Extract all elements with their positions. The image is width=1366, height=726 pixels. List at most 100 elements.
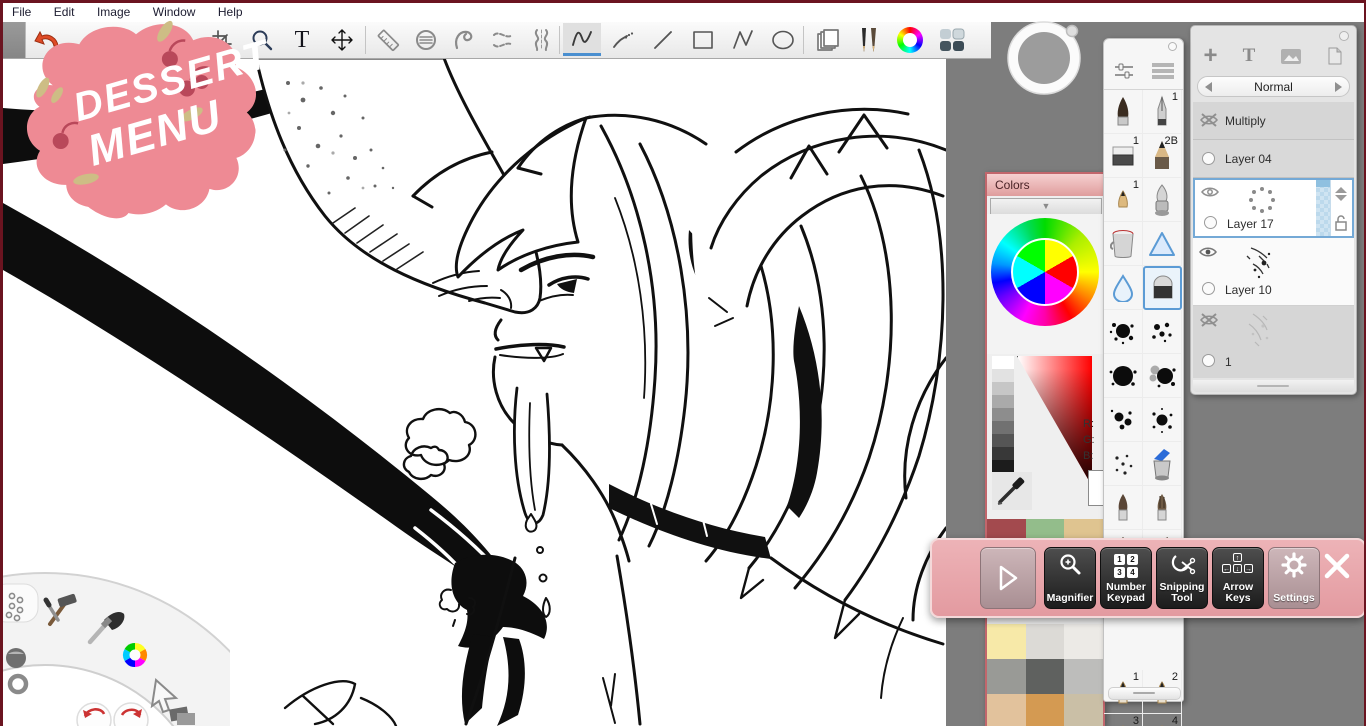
layer-row-multiply[interactable]: Multiply [1193, 102, 1354, 140]
tool-pencil-2b[interactable]: 2B [1143, 134, 1182, 178]
color-swatch[interactable] [987, 624, 1026, 659]
palette-list-button[interactable] [1143, 52, 1182, 89]
reorder-arrows-button[interactable] [1333, 186, 1349, 202]
close-button[interactable] [1322, 551, 1352, 581]
tool-crayon-4[interactable]: 4 [1143, 714, 1182, 726]
image-layer-button[interactable] [1280, 48, 1302, 65]
new-layer-button[interactable] [1327, 47, 1343, 65]
visible-eye-icon[interactable] [1201, 186, 1219, 198]
distort-tool-button[interactable] [484, 23, 522, 56]
blend-prev-button[interactable] [1205, 81, 1212, 92]
palette-scrollbar[interactable] [1108, 687, 1181, 700]
ruler-tool-button[interactable] [369, 23, 407, 56]
color-swatch[interactable] [1064, 694, 1103, 726]
tool-small-crayon[interactable]: 1 [1104, 178, 1143, 222]
color-swatch[interactable] [1025, 694, 1065, 726]
protractor-tool-button[interactable] [407, 23, 445, 56]
tool-airbrush[interactable] [1143, 178, 1182, 222]
eyedropper-button[interactable] [992, 472, 1032, 510]
color-swatch[interactable] [1064, 659, 1103, 694]
brush-size-widget[interactable] [996, 18, 1092, 98]
visible-eye-icon[interactable] [1199, 246, 1217, 258]
layer-row-17-selected[interactable]: Layer 17 [1193, 178, 1354, 238]
magnifier-button[interactable]: Magnifier [1044, 547, 1096, 609]
layer-radio[interactable] [1202, 152, 1215, 165]
menu-image[interactable]: Image [88, 3, 139, 19]
unlock-icon[interactable] [1334, 215, 1348, 231]
text-layer-button[interactable]: T [1243, 45, 1256, 67]
tool-splatter-4[interactable] [1143, 398, 1182, 442]
tool-round-brush-textured[interactable] [1143, 486, 1182, 530]
snipping-tool-button[interactable]: Snipping Tool [1156, 547, 1208, 609]
tool-dots[interactable] [1104, 442, 1143, 486]
curve-draw-button-selected[interactable] [563, 23, 601, 56]
hue-pie[interactable] [1011, 238, 1079, 306]
blend-mode-value[interactable]: Normal [1254, 80, 1293, 94]
duplicate-button[interactable] [809, 23, 847, 56]
wheel-color-icon[interactable] [122, 643, 148, 667]
menu-file[interactable]: File [3, 3, 40, 19]
layer-row-10[interactable]: Layer 10 [1193, 238, 1354, 306]
layers-resize-handle[interactable] [1193, 380, 1354, 392]
number-keypad-button[interactable]: 12 34 Number Keypad [1100, 547, 1152, 609]
add-layer-button[interactable]: + [1204, 44, 1218, 68]
arrow-keys-button[interactable]: ↑ ← ↓ → Arrow Keys [1212, 547, 1264, 609]
saturation-triangle[interactable] [1017, 356, 1092, 486]
tool-splatter-1[interactable] [1104, 310, 1143, 354]
hidden-eye-icon[interactable] [1199, 312, 1219, 328]
color-swatch[interactable] [1064, 624, 1103, 659]
layer-radio[interactable] [1202, 282, 1215, 295]
blend-next-button[interactable] [1334, 81, 1342, 92]
ellipse-draw-button[interactable] [764, 23, 802, 56]
layer-opacity-strip[interactable] [1316, 180, 1330, 236]
layer-row-04[interactable]: Layer 04 [1193, 140, 1354, 178]
grayscale-ramp[interactable] [992, 356, 1014, 486]
wheel-undo-button[interactable] [76, 702, 112, 726]
tool-blue-triangle[interactable] [1143, 222, 1182, 266]
colors-dropdown[interactable]: ▼ [990, 198, 1102, 215]
line-draw-button[interactable] [644, 23, 682, 56]
color-swatch[interactable] [987, 694, 1026, 726]
text-tool-button[interactable]: T [283, 23, 321, 56]
tool-crayon-3[interactable]: 3 [1104, 714, 1143, 726]
color-swatch[interactable] [987, 659, 1026, 694]
polyline-draw-button[interactable] [724, 23, 762, 56]
menu-edit[interactable]: Edit [45, 3, 84, 19]
dotted-curve-draw-button[interactable] [604, 23, 642, 56]
palette-layout-button[interactable] [933, 23, 971, 56]
tool-splatter-gray[interactable] [1143, 354, 1182, 398]
wheel-tab[interactable] [0, 583, 39, 623]
layer-row-1[interactable]: 1 [1193, 306, 1354, 378]
tool-splatter-2[interactable] [1143, 310, 1182, 354]
menu-window[interactable]: Window [144, 3, 205, 19]
layer-chip-icon[interactable] [6, 648, 26, 668]
palette-collapse-button[interactable] [1168, 42, 1177, 51]
hidden-eye-icon[interactable] [1199, 112, 1219, 128]
wheel-redo-button[interactable] [113, 702, 149, 726]
color-wheel-button[interactable] [891, 23, 929, 56]
palette-sliders-button[interactable] [1104, 52, 1143, 89]
tool-paint-bucket[interactable] [1104, 222, 1143, 266]
rectangle-draw-button[interactable] [684, 23, 722, 56]
settings-button[interactable]: Settings [1268, 547, 1320, 609]
curve-template-tool-button[interactable] [445, 23, 483, 56]
color-swatch[interactable] [1025, 624, 1065, 659]
tool-round-brush-small[interactable] [1104, 486, 1143, 530]
palette-titlebar[interactable] [1104, 39, 1183, 52]
colors-panel-title[interactable]: Colors [987, 174, 1103, 196]
tool-flat-eraser[interactable]: 1 [1104, 134, 1143, 178]
tool-dark-brush[interactable] [1104, 90, 1143, 134]
color-swatch[interactable] [1025, 659, 1065, 694]
quick-tool-wheel[interactable] [0, 558, 282, 726]
layer-radio[interactable] [1204, 216, 1217, 229]
tool-water-drop[interactable] [1104, 266, 1143, 310]
pencils-button[interactable] [849, 23, 887, 56]
ring-icon[interactable] [7, 673, 29, 695]
tool-pen[interactable]: 1 [1143, 90, 1182, 134]
symmetry-tool-button[interactable] [523, 23, 561, 56]
play-button[interactable] [980, 547, 1036, 609]
tool-spray-can[interactable] [1143, 442, 1182, 486]
tool-splatter-3[interactable] [1104, 398, 1143, 442]
hue-ring[interactable] [991, 218, 1099, 326]
tool-eraser-selected[interactable] [1143, 266, 1182, 310]
